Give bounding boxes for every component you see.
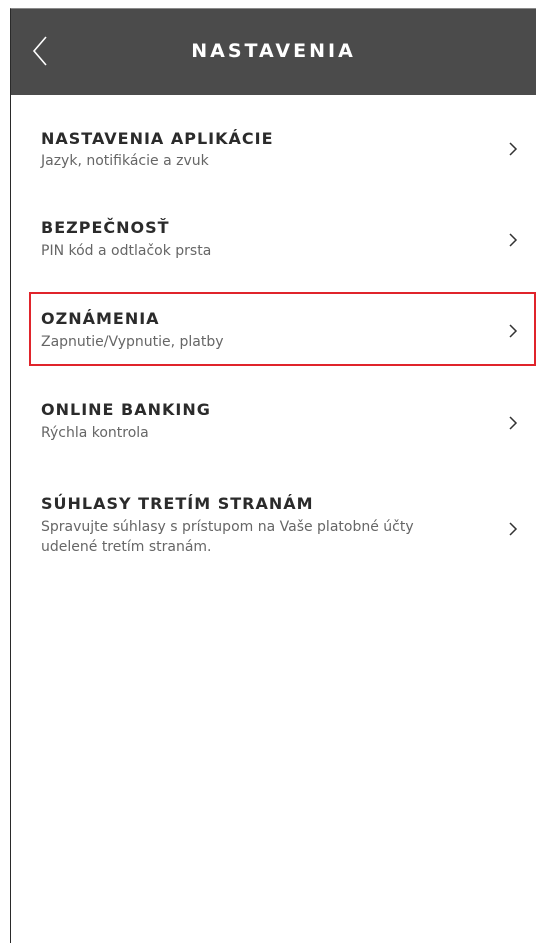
app-screen: NASTAVENIA NASTAVENIA APLIKÁCIE Jazyk, n…	[10, 8, 536, 943]
settings-item-online-banking[interactable]: ONLINE BANKING Rýchla kontrola	[11, 381, 536, 471]
settings-item-title: BEZPEČNOSŤ	[41, 218, 170, 237]
selection-highlight	[29, 292, 536, 366]
chevron-right-icon	[509, 142, 518, 156]
settings-item-security[interactable]: BEZPEČNOSŤ PIN kód a odtlačok prsta	[11, 190, 536, 285]
settings-item-third-party-consents[interactable]: SÚHLASY TRETÍM STRANÁM Spravujte súhlasy…	[11, 471, 536, 581]
chevron-right-icon	[509, 522, 518, 536]
settings-item-subtitle-line2: udelené tretím stranám.	[41, 539, 212, 555]
settings-item-subtitle: Spravujte súhlasy s prístupom na Vaše pl…	[41, 519, 414, 535]
chevron-right-icon	[509, 233, 518, 247]
chevron-right-icon	[509, 416, 518, 430]
settings-item-subtitle: Rýchla kontrola	[41, 425, 149, 441]
settings-item-title: SÚHLASY TRETÍM STRANÁM	[41, 494, 314, 513]
page-title: NASTAVENIA	[191, 40, 356, 62]
settings-item-subtitle: PIN kód a odtlačok prsta	[41, 243, 212, 259]
settings-item-app-settings[interactable]: NASTAVENIA APLIKÁCIE Jazyk, notifikácie …	[11, 95, 536, 190]
settings-item-subtitle: Jazyk, notifikácie a zvuk	[41, 153, 209, 169]
settings-item-title: NASTAVENIA APLIKÁCIE	[41, 129, 274, 148]
settings-item-title: ONLINE BANKING	[41, 400, 211, 419]
top-bar: NASTAVENIA	[11, 9, 536, 95]
